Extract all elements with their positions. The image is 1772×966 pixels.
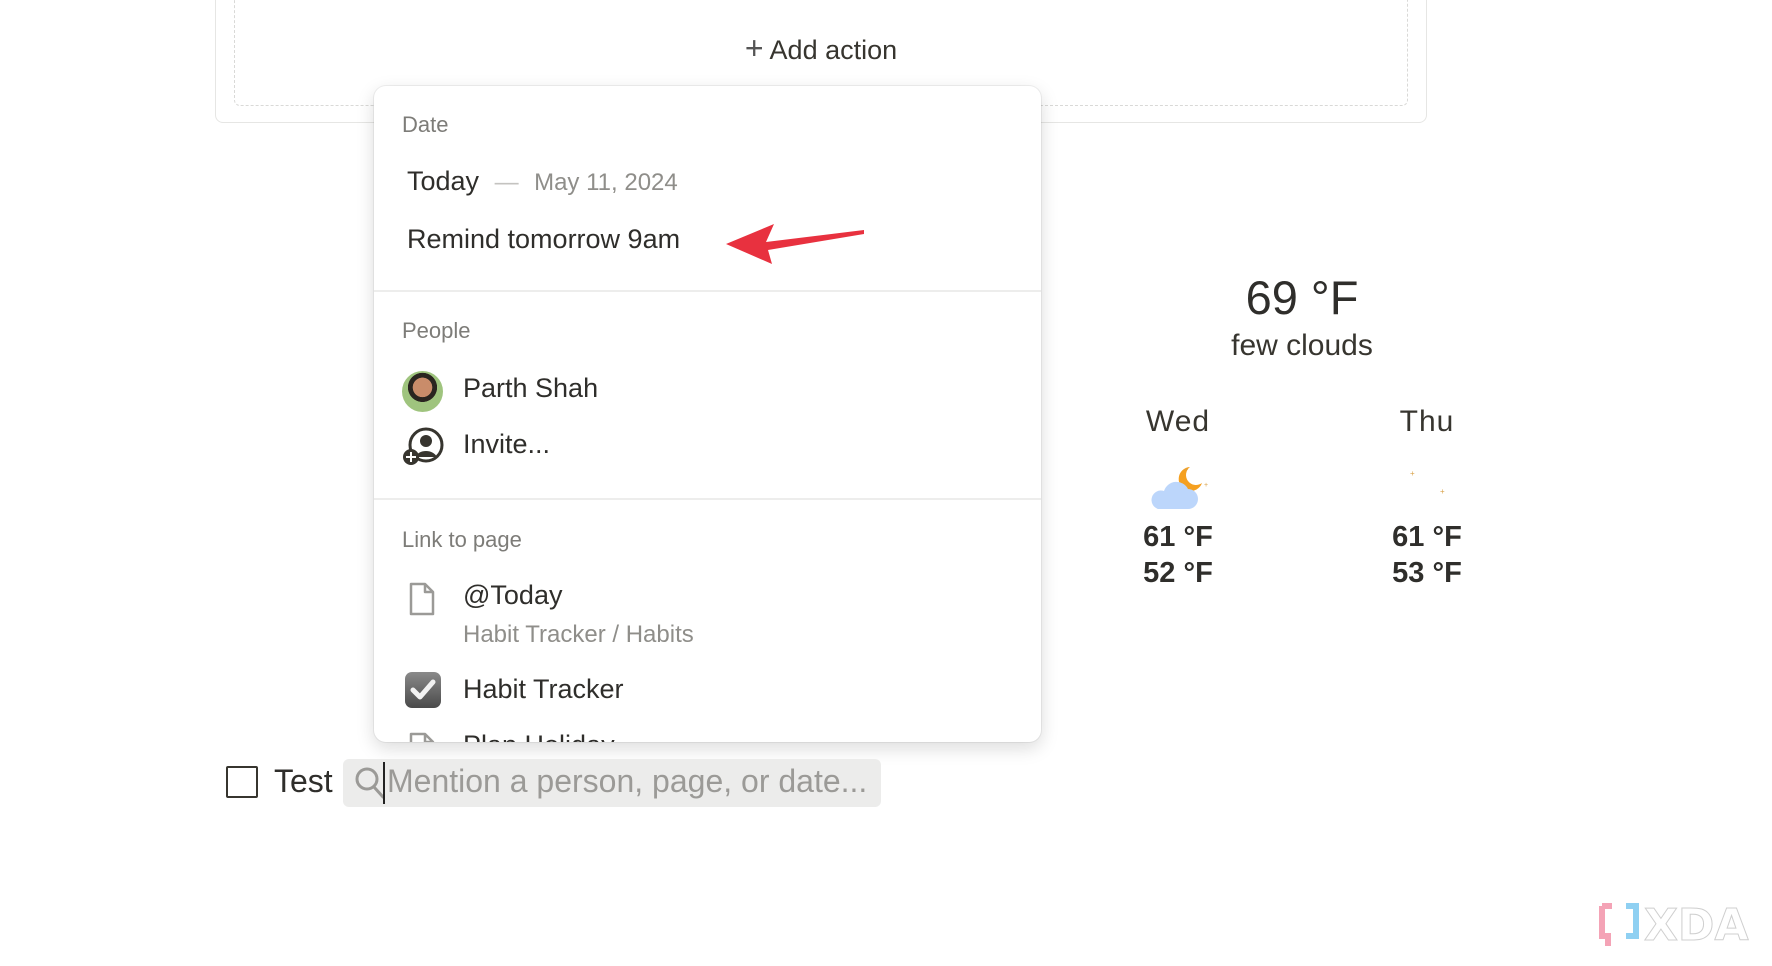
mention-search-input[interactable]: Mention a person, page, or date... — [387, 763, 867, 800]
svg-text:+: + — [1440, 487, 1445, 496]
checkbox-checked-icon — [405, 672, 441, 708]
today-label: Today — [407, 166, 480, 196]
forecast-day-name: Thu — [1399, 405, 1455, 438]
forecast-low: 52 °F — [1143, 557, 1213, 589]
forecast-high: 61 °F — [1143, 521, 1213, 553]
plus-icon: + — [744, 30, 764, 66]
section-label-date: Date — [402, 112, 449, 137]
text-caret — [383, 762, 385, 804]
forecast-low: 53 °F — [1392, 557, 1462, 589]
divider — [374, 498, 1041, 500]
add-action-button[interactable]: + Add action — [0, 30, 1642, 67]
mention-menu: Date Today — May 11, 2024 Remind tomorro… — [374, 86, 1041, 742]
forecast-day: Thu + + 61 °F 53 °F — [1357, 405, 1497, 591]
section-label-link-to-page: Link to page — [402, 527, 522, 552]
menu-item-page-today[interactable]: @Today — [463, 580, 562, 611]
xda-logo: XDA — [1598, 900, 1770, 957]
separator-dash: — — [494, 169, 519, 196]
weather-widget: 69 °F few clouds — [1150, 270, 1454, 363]
menu-item-remind-tomorrow[interactable]: Remind tomorrow 9am — [407, 224, 680, 255]
xda-logo-text: XDA — [1644, 900, 1749, 951]
menu-item-page-plan-holiday[interactable]: Plan Holiday — [463, 730, 615, 742]
current-temperature: 69 °F — [1245, 271, 1359, 324]
forecast-day: Wed + + 61 °F 52 °F — [1108, 405, 1248, 591]
search-icon — [355, 767, 385, 799]
invite-person-icon — [403, 427, 444, 465]
menu-item-page-habit-tracker[interactable]: Habit Tracker — [463, 674, 624, 705]
divider — [374, 290, 1041, 292]
svg-text:+: + — [1184, 467, 1188, 474]
avatar — [402, 371, 443, 412]
menu-item-invite[interactable]: Invite... — [463, 429, 550, 460]
today-date: May 11, 2024 — [534, 169, 678, 196]
menu-item-person[interactable]: Parth Shah — [463, 373, 598, 404]
page-path: Habit Tracker / Habits — [463, 621, 694, 648]
section-label-people: People — [402, 318, 471, 343]
red-arrow-annotation — [726, 224, 864, 264]
clear-night-icon: + + — [1357, 459, 1497, 519]
page-icon — [409, 582, 435, 616]
weather-condition: few clouds — [1231, 329, 1373, 362]
forecast-day-name: Wed — [1145, 405, 1211, 438]
svg-text:+: + — [1410, 469, 1415, 478]
todo-checkbox[interactable] — [226, 766, 258, 798]
todo-text[interactable]: Test — [274, 763, 333, 800]
add-action-label: Add action — [769, 35, 898, 65]
page-icon — [409, 732, 435, 742]
svg-text:+: + — [1204, 482, 1208, 489]
menu-item-today[interactable]: Today — May 11, 2024 — [407, 166, 678, 197]
forecast-high: 61 °F — [1392, 521, 1462, 553]
partly-cloudy-night-icon: + + — [1108, 459, 1248, 519]
